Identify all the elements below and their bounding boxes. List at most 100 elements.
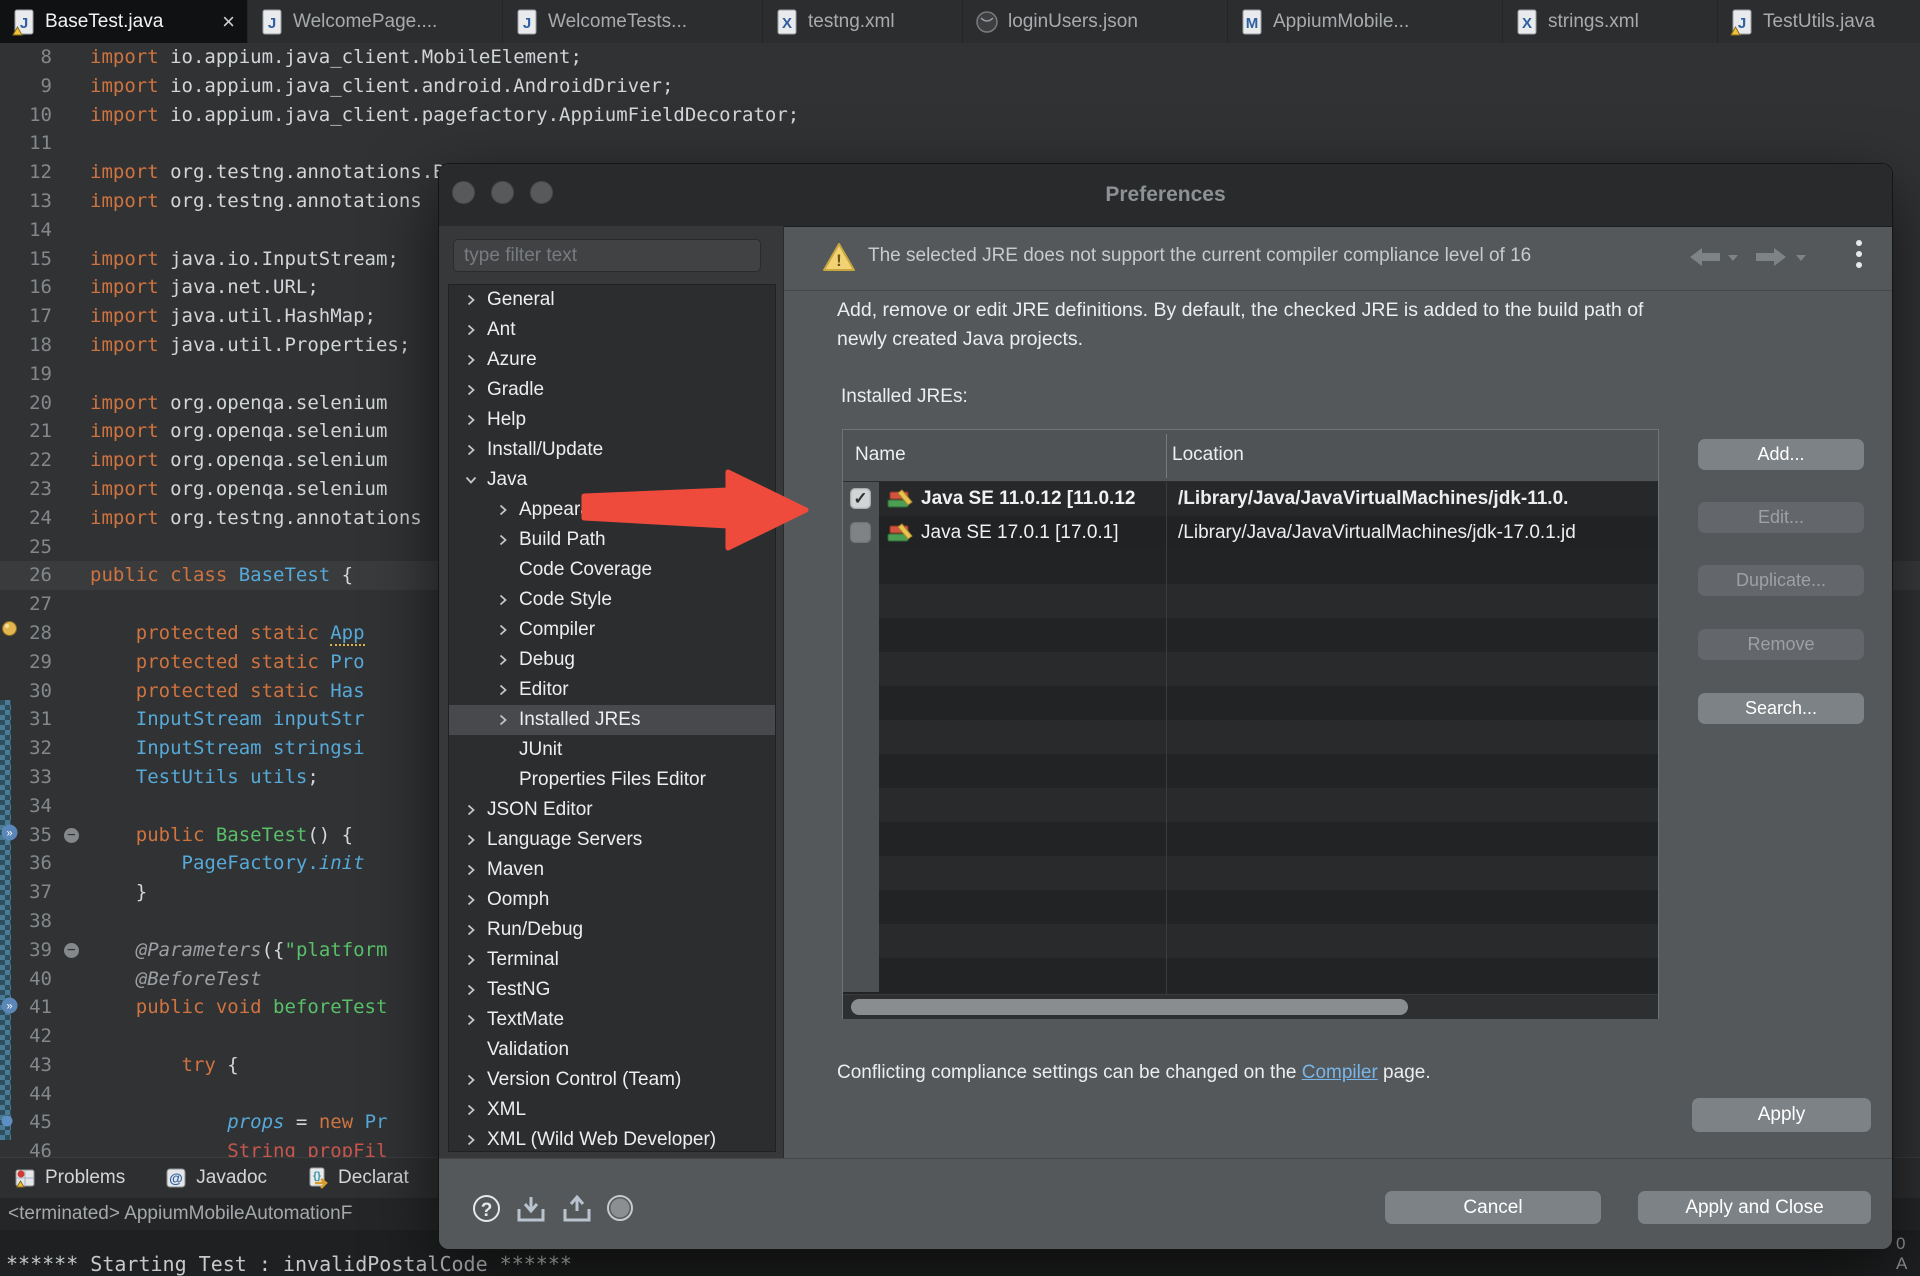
chevron-right-icon[interactable] (465, 804, 477, 816)
export-preferences-icon[interactable] (561, 1195, 593, 1223)
tree-item-help[interactable]: Help (449, 405, 775, 435)
chevron-right-icon[interactable] (465, 1104, 477, 1116)
tab-welcomepage[interactable]: JWelcomePage.... (248, 0, 503, 43)
chevron-right-icon[interactable] (465, 354, 477, 366)
quickfix-bulb-icon[interactable] (1, 620, 18, 642)
view-tab-declarat[interactable]: {}Declarat (307, 1167, 409, 1189)
chevron-right-icon[interactable] (465, 294, 477, 306)
tree-item-validation[interactable]: Validation (449, 1035, 775, 1065)
chevron-right-icon[interactable] (497, 624, 509, 636)
tree-item-installed-jres[interactable]: Installed JREs (449, 705, 775, 735)
tree-item-code-coverage[interactable]: Code Coverage (449, 555, 775, 585)
chevron-right-icon[interactable] (497, 684, 509, 696)
import-preferences-icon[interactable] (515, 1195, 547, 1223)
chevron-down-icon[interactable] (465, 474, 477, 486)
column-header-location[interactable]: Location (1172, 444, 1244, 466)
tree-item-testng[interactable]: TestNG (449, 975, 775, 1005)
tab-welcometests[interactable]: JWelcomeTests... (503, 0, 763, 43)
chevron-right-icon[interactable] (465, 864, 477, 876)
chevron-right-icon[interactable] (465, 984, 477, 996)
tree-item-terminal[interactable]: Terminal (449, 945, 775, 975)
jre-row-java-se-17-0-1-17-0-1[interactable]: Java SE 17.0.1 [17.0.1]/Library/Java/Jav… (843, 516, 1658, 550)
chevron-right-icon[interactable] (497, 534, 509, 546)
tab-testng-xml[interactable]: Xtestng.xml (763, 0, 963, 43)
chevron-right-icon[interactable] (465, 414, 477, 426)
tree-item-azure[interactable]: Azure (449, 345, 775, 375)
dialog-titlebar[interactable]: Preferences (439, 164, 1892, 227)
empty-row (843, 822, 1658, 856)
chevron-right-icon[interactable] (465, 1074, 477, 1086)
fold-collapse-icon[interactable]: − (64, 828, 79, 843)
tab-testutils-java[interactable]: JTestUtils.java (1718, 0, 1920, 43)
code-line-9: 9import io.appium.java_client.android.An… (0, 72, 1920, 101)
tree-item-debug[interactable]: Debug (449, 645, 775, 675)
tree-item-textmate[interactable]: TextMate (449, 1005, 775, 1035)
tree-item-junit[interactable]: JUnit (449, 735, 775, 765)
view-tab-problems[interactable]: Problems (14, 1167, 125, 1189)
filter-input[interactable] (453, 239, 761, 272)
chevron-right-icon[interactable] (497, 714, 509, 726)
tree-item-xml[interactable]: XML (449, 1095, 775, 1125)
sync-arrows-icon[interactable]: » (1, 824, 18, 846)
forward-arrow-icon[interactable] (1752, 244, 1808, 270)
fold-collapse-icon[interactable]: − (64, 943, 79, 958)
jre-checkbox[interactable]: ✓ (850, 488, 871, 509)
jre-checkbox[interactable] (850, 522, 871, 543)
tree-item-label: Help (487, 409, 526, 431)
compiler-link[interactable]: Compiler (1302, 1062, 1378, 1083)
chevron-right-icon[interactable] (465, 1134, 477, 1146)
help-icon[interactable]: ? (473, 1195, 500, 1222)
view-menu-icon[interactable] (1856, 240, 1862, 268)
chevron-right-icon[interactable] (465, 954, 477, 966)
tree-item-install-update[interactable]: Install/Update (449, 435, 775, 465)
view-tab-javadoc[interactable]: @Javadoc (165, 1167, 267, 1189)
tab-close-icon[interactable]: × (222, 9, 235, 35)
cancel-button[interactable]: Cancel (1385, 1191, 1601, 1224)
chevron-right-icon[interactable] (465, 924, 477, 936)
tree-item-xml-wild-web-developer[interactable]: XML (Wild Web Developer) (449, 1125, 775, 1152)
tree-item-editor[interactable]: Editor (449, 675, 775, 705)
back-arrow-icon[interactable] (1684, 244, 1740, 270)
jre-row-java-se-11-0-12-11-0-12[interactable]: ✓Java SE 11.0.12 [11.0.12/Library/Java/J… (843, 482, 1658, 516)
tree-item-run-debug[interactable]: Run/Debug (449, 915, 775, 945)
tab-strings-xml[interactable]: Xstrings.xml (1503, 0, 1718, 43)
chevron-right-icon[interactable] (497, 594, 509, 606)
add-button[interactable]: Add... (1698, 439, 1864, 470)
chevron-right-icon[interactable] (497, 504, 509, 516)
chevron-right-icon[interactable] (465, 1014, 477, 1026)
chevron-right-icon[interactable] (465, 384, 477, 396)
apply-and-close-button[interactable]: Apply and Close (1638, 1191, 1871, 1224)
column-divider[interactable] (1166, 434, 1167, 478)
tree-item-compiler[interactable]: Compiler (449, 615, 775, 645)
tree-item-label: Code Coverage (519, 559, 652, 581)
search-button[interactable]: Search... (1698, 693, 1864, 724)
tab-loginusers-json[interactable]: loginUsers.json (963, 0, 1228, 43)
breakpoint-dot-icon[interactable] (1, 1114, 13, 1132)
tree-item-general[interactable]: General (449, 285, 775, 315)
installed-jres-table[interactable]: Name Location ✓Java SE 11.0.12 [11.0.12/… (842, 429, 1659, 1019)
tree-item-maven[interactable]: Maven (449, 855, 775, 885)
tab-appiummobile[interactable]: MAppiumMobile... (1228, 0, 1503, 43)
column-header-name[interactable]: Name (855, 444, 906, 466)
chevron-right-icon[interactable] (497, 654, 509, 666)
tree-item-ant[interactable]: Ant (449, 315, 775, 345)
scrollbar-thumb[interactable] (851, 999, 1408, 1015)
chevron-right-icon[interactable] (465, 444, 477, 456)
chevron-right-icon[interactable] (465, 834, 477, 846)
preference-recorder-icon[interactable] (607, 1195, 633, 1221)
tree-item-code-style[interactable]: Code Style (449, 585, 775, 615)
tab-basetest-java[interactable]: JBaseTest.java× (0, 0, 248, 43)
chevron-right-icon[interactable] (465, 894, 477, 906)
chevron-right-icon[interactable] (465, 324, 477, 336)
table-header[interactable]: Name Location (843, 430, 1658, 482)
tree-item-language-servers[interactable]: Language Servers (449, 825, 775, 855)
java-warning-icon: J (12, 8, 36, 36)
apply-button[interactable]: Apply (1692, 1098, 1871, 1132)
horizontal-scrollbar[interactable] (843, 994, 1658, 1019)
tree-item-version-control-team[interactable]: Version Control (Team) (449, 1065, 775, 1095)
sync-arrows-icon[interactable]: » (1, 997, 18, 1019)
tree-item-gradle[interactable]: Gradle (449, 375, 775, 405)
tree-item-properties-files-editor[interactable]: Properties Files Editor (449, 765, 775, 795)
tree-item-json-editor[interactable]: JSON Editor (449, 795, 775, 825)
tree-item-oomph[interactable]: Oomph (449, 885, 775, 915)
